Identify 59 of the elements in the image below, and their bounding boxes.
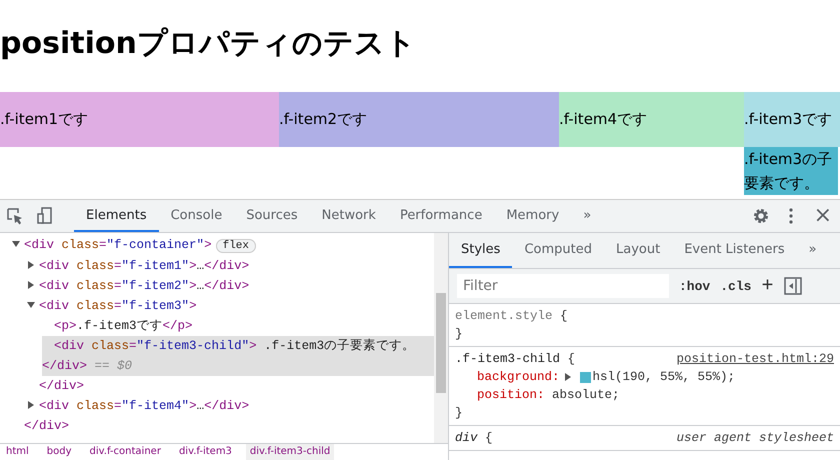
dom-node-line[interactable]: <div class="f-item2">…</div> [27, 276, 434, 296]
dom-node-line[interactable]: <div class="f-item3"> [27, 296, 434, 316]
css-value: hsl(190, 55%, 55%); [592, 369, 736, 386]
expanded-triangle-icon[interactable] [27, 301, 35, 309]
styles-pane-tab[interactable]: Layout [604, 233, 672, 268]
css-value: absolute; [551, 387, 620, 404]
css-selector: element.style [455, 309, 553, 323]
flex-item-label: .f-item4です [559, 110, 648, 129]
hover-state-button[interactable]: :hov [679, 278, 710, 294]
devtools-tab[interactable]: Sources [234, 200, 310, 232]
breadcrumb-link[interactable]: div.f-item3 [174, 444, 236, 460]
child-block: .f-item3の子要素です。 [744, 147, 838, 195]
styles-pane-tab[interactable]: Event Listeners [672, 233, 797, 268]
devtools-tab[interactable]: Elements [74, 200, 159, 232]
devtools-tab[interactable]: Network [310, 200, 388, 232]
styles-pane-tab[interactable]: Computed [512, 233, 604, 268]
collapsed-triangle-icon[interactable] [27, 401, 35, 409]
expand-triangle-icon[interactable] [564, 373, 572, 381]
close-button[interactable]: × [806, 200, 840, 232]
brace: { [560, 309, 568, 323]
dom-closing-tag: </div> [27, 376, 434, 396]
breadcrumb-link[interactable]: body [42, 444, 76, 460]
devtools-tab[interactable]: Memory [494, 200, 572, 232]
flex-badge[interactable]: flex [216, 239, 256, 253]
breadcrumb-link[interactable]: div.f-container [86, 444, 165, 460]
brace: } [455, 406, 463, 420]
flex-item-label: .f-item1です [0, 110, 88, 129]
css-property: background: [477, 369, 560, 386]
stylesheet-source-link[interactable]: user agent stylesheet [676, 429, 834, 447]
new-rule-button[interactable]: + [761, 274, 774, 298]
dom-node-line[interactable]: <div class="f-container"> flex [12, 235, 434, 256]
breadcrumb-link[interactable]: html [2, 444, 33, 460]
css-selector: .f-item3-child [455, 352, 560, 366]
dom-node-line[interactable]: <div class="f-item4">…</div> [27, 396, 434, 416]
collapsed-triangle-icon[interactable] [27, 261, 35, 269]
devtools-tab[interactable]: Performance [388, 200, 494, 232]
scrollbar[interactable] [434, 233, 448, 443]
dom-node-line[interactable]: <p>.f-item3です</p> [42, 316, 434, 336]
stylesheet-source-link[interactable]: position-test.html:29 [676, 350, 834, 368]
collapsed-triangle-icon[interactable] [27, 281, 35, 289]
css-property: position: [477, 387, 545, 404]
flex-item-label: .f-item3です [744, 110, 832, 129]
brace: { [485, 431, 493, 445]
dom-closing-tag: </div> [12, 416, 434, 436]
flex-item-label: .f-item2です [279, 110, 368, 129]
more-tabs-button[interactable]: » [796, 233, 829, 268]
dom-node-line[interactable]: <div class="f-item1">…</div> [27, 256, 434, 276]
css-selector: div [455, 431, 478, 445]
class-button[interactable]: .cls [720, 278, 752, 294]
brace: } [455, 327, 463, 341]
breadcrumb-link[interactable]: div.f-item3-child [246, 444, 334, 460]
brace: { [568, 352, 576, 366]
filter-field[interactable]: Filter [457, 274, 669, 298]
more-tabs-button[interactable]: » [571, 200, 604, 232]
expanded-triangle-icon[interactable] [12, 240, 20, 248]
color-swatch[interactable] [580, 372, 591, 382]
sidebar-toggle-icon[interactable] [783, 277, 804, 295]
page-heading: positionプロパティのテスト [0, 25, 417, 63]
devtools-tab[interactable]: Console [158, 200, 234, 232]
